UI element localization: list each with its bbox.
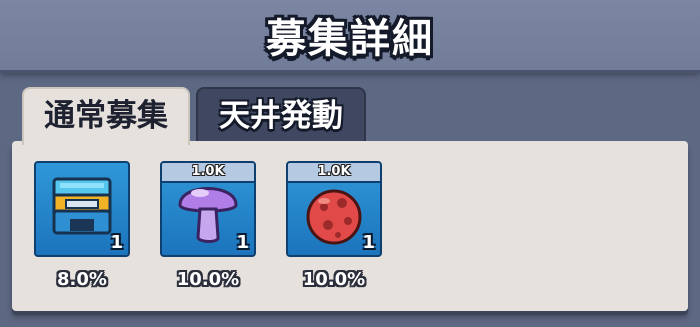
tab-normal-recruit[interactable]: 通常募集 (22, 87, 190, 145)
reward-card[interactable]: 1.0K 1 (160, 161, 256, 257)
reward-item: 1 8.0% (34, 161, 134, 290)
item-amount-badge: 1.0K (162, 163, 254, 183)
page-title: 募集詳細 (266, 16, 434, 62)
reward-card[interactable]: 1.0K 1 (286, 161, 382, 257)
item-quantity: 1 (362, 232, 375, 253)
drop-rate: 10.0% (176, 269, 240, 290)
reward-item: 1.0K 1 10.0% (286, 161, 386, 290)
reward-card[interactable]: 1 (34, 161, 130, 257)
item-quantity: 1 (110, 232, 123, 253)
header-bar: 募集詳細 (0, 0, 700, 70)
reward-panel: 1 8.0% 1.0K 1 10.0% 1.0K 1 10.0% (12, 141, 688, 311)
tab-pity-trigger[interactable]: 天井発動 (196, 87, 366, 143)
item-quantity: 1 (236, 232, 249, 253)
reward-item: 1.0K 1 10.0% (160, 161, 260, 290)
item-amount-badge: 1.0K (288, 163, 380, 183)
drop-rate: 8.0% (57, 269, 107, 290)
drop-rate: 10.0% (302, 269, 366, 290)
